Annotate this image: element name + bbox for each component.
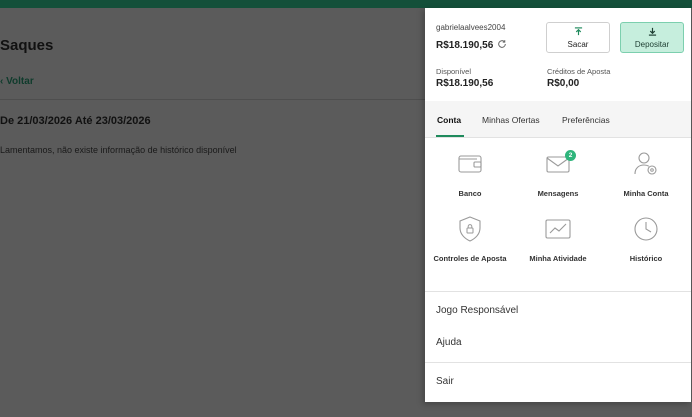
divider [425,291,691,292]
deposit-button[interactable]: Depositar [620,22,684,53]
grid-label-historico: Histórico [629,254,663,263]
shield-lock-icon [456,215,484,248]
messages-badge: 2 [565,150,576,161]
tab-minhas-ofertas[interactable]: Minhas Ofertas [482,115,540,125]
divider [425,362,691,363]
grid-item-historico[interactable]: Histórico [601,215,691,263]
grid-label-controles-de-aposta: Controles de Aposta [433,254,507,263]
account-menu-panel: gabrielaalvees2004 R$18.190,56 Sacar Dep… [425,8,691,402]
available-value: R$18.190,56 [436,78,494,89]
grid-label-banco: Banco [458,189,482,198]
grid-item-controles-de-aposta[interactable]: Controles de Aposta [425,215,515,263]
grid-item-mensagens[interactable]: 2 Mensagens [513,150,603,198]
empty-history-message: Lamentamos, não existe informação de his… [0,145,237,155]
account-tabs: Conta Minhas Ofertas Preferências [425,101,691,137]
activity-chart-icon [544,215,572,248]
divider [425,137,691,138]
deposit-label: Depositar [634,39,670,49]
wallet-icon [456,150,484,183]
grid-label-minha-atividade: Minha Atividade [529,254,587,263]
available-label: Disponível [436,67,472,76]
username: gabrielaalvees2004 [436,23,506,32]
deposit-arrow-icon [648,27,657,38]
back-link[interactable]: ‹ Voltar [0,76,34,87]
grid-item-minha-conta[interactable]: Minha Conta [601,150,691,198]
date-range-label: De 21/03/2026 Até 23/03/2026 [0,115,151,127]
tab-conta[interactable]: Conta [437,115,461,125]
help-link[interactable]: Ajuda [436,337,462,348]
withdraw-button[interactable]: Sacar [546,22,610,53]
balance-row: R$18.190,56 [436,36,507,54]
grid-item-minha-atividade[interactable]: Minha Atividade [513,215,603,263]
logout-link[interactable]: Sair [436,376,454,387]
page-divider [0,99,430,100]
page-title: Saques [0,37,54,54]
grid-item-banco[interactable]: Banco [425,150,515,198]
user-settings-icon [632,150,660,183]
clock-icon [632,215,660,248]
credits-label: Créditos de Aposta [547,67,611,76]
withdraw-arrow-icon [574,26,583,38]
grid-label-mensagens: Mensagens [537,189,579,198]
withdraw-label: Sacar [567,39,589,49]
refresh-icon[interactable] [497,36,507,54]
balance-value: R$18.190,56 [436,39,494,51]
responsible-gaming-link[interactable]: Jogo Responsável [436,305,518,316]
grid-label-minha-conta: Minha Conta [623,189,669,198]
tab-preferencias[interactable]: Preferências [562,115,610,125]
credits-value: R$0,00 [547,78,580,89]
top-bar [0,0,692,8]
